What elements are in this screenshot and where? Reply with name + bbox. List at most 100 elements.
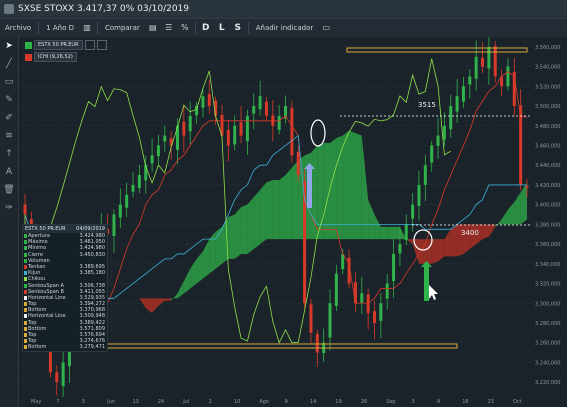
candle-body xyxy=(474,56,478,79)
date-tick-label: 7 xyxy=(56,399,59,405)
price-tick-label: 3.260,000 xyxy=(535,341,560,347)
draw-S-icon[interactable]: S xyxy=(232,22,244,34)
date-tick-label: 19 xyxy=(335,399,341,405)
candle-body xyxy=(233,125,237,145)
price-tick-label: 3.340,000 xyxy=(535,262,560,268)
cloud-segment xyxy=(209,231,216,274)
settings-icon[interactable] xyxy=(96,40,107,50)
draw-L-icon[interactable]: L xyxy=(216,22,228,34)
period-selector[interactable]: 1 Año D xyxy=(41,24,79,32)
add-indicator-button[interactable]: Añadir indicador xyxy=(251,24,319,32)
toolbar-divider xyxy=(96,22,98,34)
candle-body xyxy=(334,273,338,306)
cloud-segment xyxy=(234,207,242,259)
date-tick-label: 16 xyxy=(462,399,468,405)
toolbar-divider xyxy=(38,22,40,34)
row-color-marker xyxy=(24,320,27,325)
app-logo-icon xyxy=(4,4,14,14)
compare-button[interactable]: Comparar xyxy=(100,24,145,32)
settings-icon[interactable]: ☰ xyxy=(163,22,175,34)
cursor-icon[interactable]: ➤ xyxy=(0,37,18,55)
pencil-icon[interactable]: ✎ xyxy=(0,91,18,109)
arrow-up-tool-icon[interactable]: ↑ xyxy=(0,145,18,163)
data-window-rows: Apertura 3.424,980 Máximo 3.461,050 Mínimo 3.… xyxy=(23,233,107,351)
price-tick-label: 3.220,000 xyxy=(535,380,560,386)
drawing-toolbar: ➤ ╱ ▭ ✎ ✐ ≋ ↑ A 🗑 ✑ xyxy=(0,37,19,407)
text-tool-icon[interactable]: A xyxy=(0,163,18,181)
date-tick-label: 24 xyxy=(158,399,164,405)
chart-type-icon[interactable]: ▤ xyxy=(147,22,159,34)
candle-body xyxy=(290,107,294,156)
date-tick-label: 14 xyxy=(310,399,316,405)
legend-indicator-swatch xyxy=(25,53,32,61)
candle-body xyxy=(156,145,160,157)
candle-body xyxy=(226,129,230,146)
rectangle-tool-icon[interactable]: ▭ xyxy=(0,73,18,91)
cloud-segment xyxy=(285,167,292,240)
cloud-segment xyxy=(228,214,235,259)
row-color-marker xyxy=(24,277,27,282)
date-tick-label: 26 xyxy=(361,399,367,405)
draw-D-icon[interactable]: D xyxy=(200,22,212,34)
candle-body xyxy=(360,293,364,303)
legend-indicator-row: ICHI (9,26,52) xyxy=(25,52,109,62)
candle-body xyxy=(258,96,262,110)
level-label-high: 3515 xyxy=(418,101,436,109)
candle-body xyxy=(506,66,510,87)
cloud-segment xyxy=(253,189,261,250)
candle-body xyxy=(461,86,465,102)
price-tick-label: 3.520,000 xyxy=(535,84,560,90)
cloud-segment xyxy=(431,239,439,264)
date-tick-label: Jul xyxy=(182,399,189,405)
price-tick-label: 3.360,000 xyxy=(535,242,560,248)
line-tool-icon[interactable]: ╱ xyxy=(0,55,18,73)
chart-legend: ESTX 50 PR.EUR ICHI (9,26,52) xyxy=(25,40,109,64)
legend-symbol-label[interactable]: ESTX 50 PR.EUR xyxy=(34,40,83,50)
cloud-segment xyxy=(272,179,280,240)
row-color-marker xyxy=(24,252,27,257)
title-bar: SXSE STOXX 3.417,37 0% 03/10/2019 xyxy=(0,0,567,18)
cloud-segment xyxy=(260,182,267,245)
row-color-marker xyxy=(24,339,27,344)
trash-icon[interactable]: 🗑 xyxy=(0,181,18,199)
price-tick-label: 3.300,000 xyxy=(535,301,560,307)
candle-body xyxy=(481,57,485,67)
candle-body xyxy=(125,194,129,208)
price-tick-label: 3.460,000 xyxy=(535,143,560,149)
cloud-segment xyxy=(241,204,248,254)
date-tick-label: 3 xyxy=(412,399,415,405)
date-tick-label: 9 xyxy=(437,399,440,405)
candle-body xyxy=(436,135,440,146)
row-color-marker xyxy=(24,302,27,307)
row-color-marker xyxy=(24,289,27,294)
date-tick-label: 23 xyxy=(488,399,494,405)
price-tick-label: 3.440,000 xyxy=(535,163,560,169)
candle-body xyxy=(392,253,396,282)
eyedropper-icon[interactable]: ✑ xyxy=(0,199,18,217)
candle-body xyxy=(519,105,523,185)
candle-body xyxy=(201,96,205,108)
legend-indicator-label[interactable]: ICHI (9,26,52) xyxy=(34,52,77,62)
row-color-marker xyxy=(24,314,27,319)
price-tick-label: 3.500,000 xyxy=(535,104,560,110)
refresh-icon[interactable] xyxy=(84,40,95,50)
percent-icon[interactable]: % xyxy=(179,22,191,34)
candle-body xyxy=(423,165,427,185)
candle-body xyxy=(239,122,243,136)
candle-body xyxy=(182,121,186,136)
legend-symbol-row: ESTX 50 PR.EUR xyxy=(25,40,109,50)
candlestick-icon[interactable]: ▥ xyxy=(81,22,93,34)
price-tick-label: 3.400,000 xyxy=(535,203,560,209)
row-color-marker xyxy=(24,271,27,276)
candle-body xyxy=(55,372,59,383)
cloud-segment xyxy=(450,224,458,257)
candle-body xyxy=(163,135,167,142)
brush-icon[interactable]: ✐ xyxy=(0,109,18,127)
fib-tool-icon[interactable]: ≋ xyxy=(0,127,18,145)
layout-icon[interactable]: ▭ xyxy=(320,22,332,34)
price-tick-label: 3.480,000 xyxy=(535,124,560,130)
row-color-marker xyxy=(24,295,27,300)
price-tick-label: 3.540,000 xyxy=(535,65,560,71)
menu-archivo[interactable]: Archivo xyxy=(0,24,36,32)
toolbar-divider xyxy=(247,22,249,34)
